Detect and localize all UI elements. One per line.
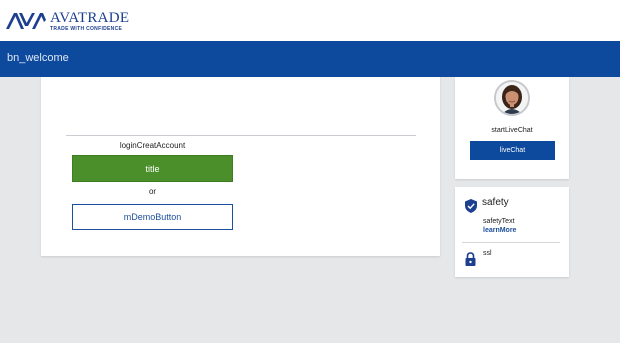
create-account-label: loginCreatAccount [119,141,186,150]
logo-name: AVATRADE [50,9,130,26]
support-agent-avatar [494,80,530,116]
safety-card: safety safetyText learnMore ssl [455,187,569,277]
login-card: loginCreatAccount title or mDemoButton [41,77,440,256]
start-live-chat-label: startLiveChat [491,127,533,134]
safety-text: safetyText [483,218,515,225]
lock-icon [465,252,476,266]
shield-check-icon [465,199,477,213]
banner-title: bn_welcome [7,52,69,64]
card-divider [66,135,416,136]
safety-divider [462,242,560,243]
logo-mark-icon [6,13,46,29]
top-header: AVATRADE TRADE WITH CONFIDENCE [0,0,620,41]
logo-tagline: TRADE WITH CONFIDENCE [50,25,123,32]
live-chat-button[interactable]: liveChat [470,141,555,160]
ssl-label: ssl [483,250,492,257]
or-label: or [148,187,157,196]
demo-account-button[interactable]: mDemoButton [72,204,233,230]
live-chat-card: startLiveChat liveChat [455,77,569,179]
avatrade-logo[interactable]: AVATRADE TRADE WITH CONFIDENCE [6,8,129,34]
welcome-banner: bn_welcome [0,41,620,77]
safety-title: safety [482,197,509,208]
learn-more-link[interactable]: learnMore [483,227,516,234]
title-button[interactable]: title [72,155,233,182]
